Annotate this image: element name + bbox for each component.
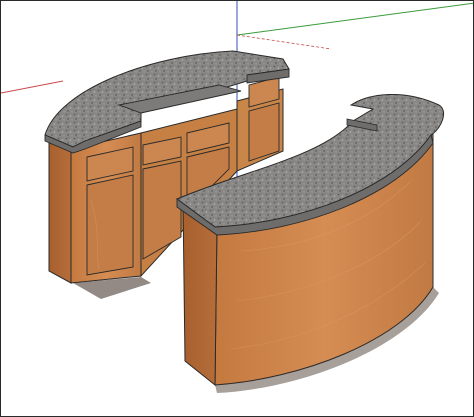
red-axis-icon <box>1 80 64 94</box>
door-right[interactable] <box>248 102 280 162</box>
model-viewport[interactable] <box>0 0 474 417</box>
door-center-left[interactable] <box>142 160 182 260</box>
left-cabinet-side <box>48 142 72 284</box>
door-left[interactable] <box>86 174 134 276</box>
model-scene[interactable] <box>1 1 474 417</box>
green-axis-icon <box>236 2 473 36</box>
